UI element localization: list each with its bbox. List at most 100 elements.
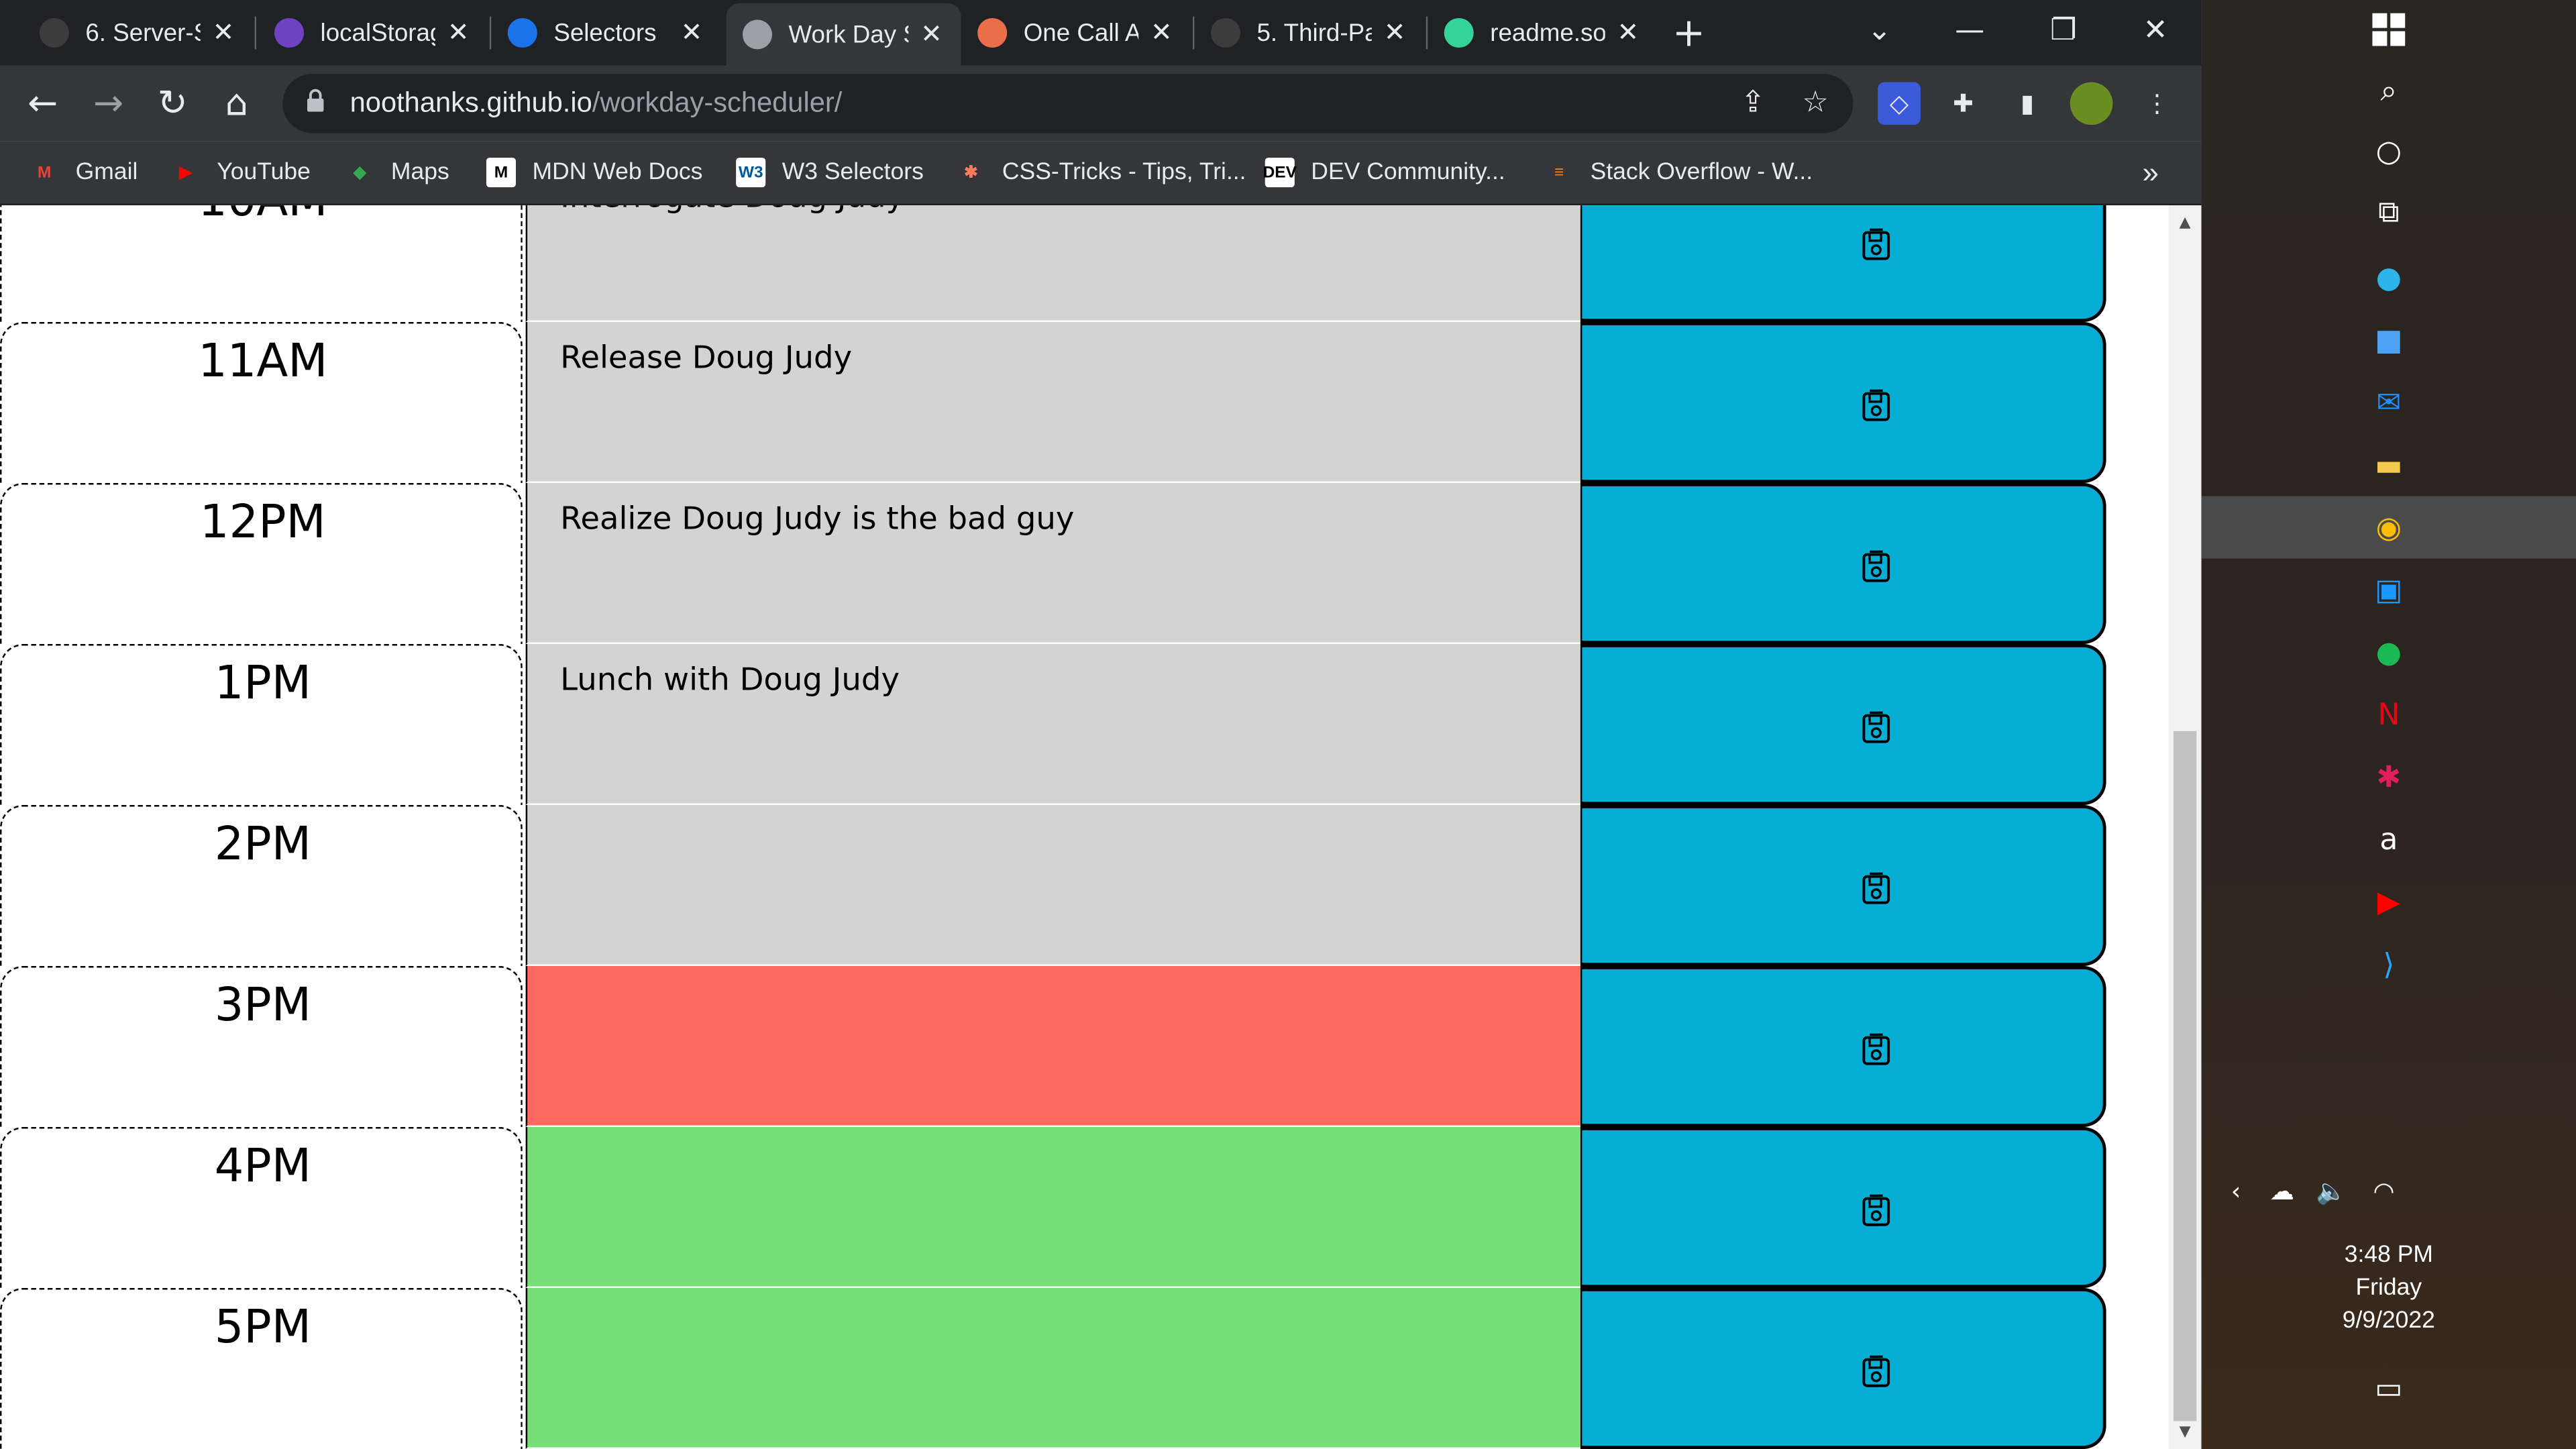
address-bar[interactable]: noothanks.github.io/workday-scheduler/ ⇪… xyxy=(282,74,1854,133)
event-description-textarea[interactable] xyxy=(525,1288,1580,1449)
amazon-icon[interactable]: a xyxy=(2366,816,2412,863)
tab-close-icon[interactable]: ✕ xyxy=(210,16,236,49)
tab-search-chevron-icon[interactable]: ⌄ xyxy=(1833,0,1925,59)
dev-icon: DEV xyxy=(1263,158,1297,188)
scrollbar-thumb[interactable] xyxy=(2174,731,2197,1421)
share-icon[interactable]: ⇪ xyxy=(1735,85,1771,121)
edge-icon[interactable]: ● xyxy=(2366,255,2412,301)
store-icon[interactable]: ■ xyxy=(2366,317,2412,364)
bookmark-item[interactable]: ◆ Maps xyxy=(345,154,449,191)
hour-label-cell: 11AM xyxy=(0,322,523,484)
bookmark-label: W3 Selectors xyxy=(782,159,924,186)
forward-icon[interactable]: → xyxy=(85,80,131,127)
tab-6[interactable]: readme.so ✕ xyxy=(1428,7,1658,59)
scroll-up-icon[interactable]: ▲ xyxy=(2175,215,2194,231)
hour-label: 4PM xyxy=(214,1138,311,1193)
page-viewport: 10AM Interrogate Doug Judy 11AM Release Dou… xyxy=(0,205,2169,1449)
bookmark-item[interactable]: M Gmail xyxy=(30,154,138,191)
tab-4[interactable]: One Call API ✕ xyxy=(961,7,1191,59)
menu-kebab-icon[interactable]: ⋮ xyxy=(2136,82,2179,125)
w3-icon: W3 xyxy=(736,158,766,188)
search-icon[interactable]: ⌕ xyxy=(2366,67,2412,113)
tab-favicon-icon xyxy=(977,17,1008,48)
bookmark-item[interactable]: DEV DEV Community... xyxy=(1263,154,1505,191)
slack-icon[interactable]: ✱ xyxy=(2366,754,2412,800)
reload-icon[interactable]: ↻ xyxy=(150,80,196,127)
floppy-save-icon xyxy=(1862,872,1891,905)
save-button[interactable] xyxy=(1580,483,2106,645)
tab-close-icon[interactable]: ✕ xyxy=(1615,16,1641,49)
tab-close-icon[interactable]: ✕ xyxy=(1148,16,1175,49)
file-explorer-icon[interactable]: ▬ xyxy=(2366,442,2412,488)
windows-start-icon[interactable] xyxy=(2366,7,2412,53)
save-button[interactable] xyxy=(1580,805,2106,967)
save-button[interactable] xyxy=(1580,966,2106,1128)
event-description-textarea[interactable] xyxy=(525,805,1580,967)
event-description-textarea[interactable] xyxy=(525,1127,1580,1289)
tab-close-icon[interactable]: ✕ xyxy=(1382,16,1408,49)
hour-label-cell: 4PM xyxy=(0,1127,523,1289)
tab-title: localStorage xyxy=(320,19,435,47)
spotify-icon[interactable]: ● xyxy=(2366,629,2412,676)
event-description-textarea[interactable] xyxy=(525,966,1580,1128)
save-button[interactable] xyxy=(1580,644,2106,806)
profile-avatar[interactable] xyxy=(2070,82,2113,125)
tab-strip: 6. Server-Side✕localStorage✕Selectors✕Wo… xyxy=(0,0,2202,66)
event-description-textarea[interactable]: Release Doug Judy xyxy=(525,322,1580,484)
home-icon[interactable]: ⌂ xyxy=(213,80,260,127)
tab-close-icon[interactable]: ✕ xyxy=(918,18,945,51)
new-tab-button[interactable]: + xyxy=(1659,3,1718,62)
tray-expand-chevron-icon[interactable]: ‹ xyxy=(2218,1173,2254,1210)
back-icon[interactable]: ← xyxy=(19,80,66,127)
save-button[interactable] xyxy=(1580,205,2106,323)
taskbar-clock[interactable]: 3:48 PM Friday 9/9/2022 xyxy=(2202,1239,2576,1338)
event-description-textarea[interactable]: Lunch with Doug Judy xyxy=(525,644,1580,806)
tab-2[interactable]: Selectors ✕ xyxy=(491,7,721,59)
tab-5[interactable]: 5. Third-Party ✕ xyxy=(1194,7,1424,59)
bookmark-item[interactable]: ≡ Stack Overflow - W... xyxy=(1544,154,1813,191)
bookmark-item[interactable]: W3 W3 Selectors xyxy=(736,154,924,191)
extension-icon[interactable]: ◇ xyxy=(1878,82,1921,125)
vscode-icon[interactable]: ⟩ xyxy=(2366,941,2412,987)
save-button[interactable] xyxy=(1580,1127,2106,1289)
network-icon[interactable]: ◠ xyxy=(2366,1173,2402,1210)
mail-icon[interactable]: ✉ xyxy=(2366,380,2412,426)
restore-icon[interactable]: ❐ xyxy=(2017,0,2109,59)
windows-taskbar: ⌕ ○ ⧉ ● ■ ✉ ▬ ◉ ▣ ● N ✱ a ▶ ⟩ ‹ ☁ 🔈 ◠ 3:… xyxy=(2201,0,2576,1449)
bookmark-item[interactable]: M MDN Web Docs xyxy=(486,154,702,191)
bookmark-label: DEV Community... xyxy=(1311,159,1505,186)
netflix-icon[interactable]: N xyxy=(2366,692,2412,738)
task-view-icon[interactable]: ⧉ xyxy=(2366,189,2412,235)
page-scrollbar[interactable]: ▲ ▼ xyxy=(2168,205,2202,1449)
hour-label: 10AM xyxy=(1,205,524,227)
save-button[interactable] xyxy=(1580,322,2106,484)
bookmark-label: Gmail xyxy=(75,159,138,186)
tab-3[interactable]: Work Day Scheduler ✕ xyxy=(726,3,961,66)
bookmark-item[interactable]: ✱ CSS-Tricks - Tips, Tri... xyxy=(956,154,1246,191)
scroll-down-icon[interactable]: ▼ xyxy=(2175,1424,2194,1440)
event-description-textarea[interactable]: Realize Doug Judy is the bad guy xyxy=(525,483,1580,645)
tab-0[interactable]: 6. Server-Side ✕ xyxy=(23,7,253,59)
bookmarks-overflow-icon[interactable]: » xyxy=(2142,154,2159,191)
hour-label: 2PM xyxy=(214,816,311,871)
cortana-icon[interactable]: ○ xyxy=(2366,128,2412,174)
puzzle-extensions-icon[interactable]: ✚ xyxy=(1942,82,1985,125)
hour-label: 5PM xyxy=(214,1299,311,1354)
minimize-icon[interactable]: — xyxy=(1924,0,2016,59)
event-description-textarea[interactable]: Interrogate Doug Judy xyxy=(525,205,1580,323)
save-button[interactable] xyxy=(1580,1288,2106,1449)
youtube-app-icon[interactable]: ▶ xyxy=(2366,879,2412,925)
prime-video-icon[interactable]: ▣ xyxy=(2366,567,2412,613)
onedrive-error-icon[interactable]: ☁ xyxy=(2264,1173,2300,1210)
side-panel-icon[interactable]: ▮ xyxy=(2006,82,2049,125)
chrome-icon[interactable]: ◉ xyxy=(2366,504,2412,551)
tab-close-icon[interactable]: ✕ xyxy=(678,16,704,49)
tab-close-icon[interactable]: ✕ xyxy=(445,16,472,49)
volume-icon[interactable]: 🔈 xyxy=(2313,1173,2349,1210)
youtube-icon: ▶ xyxy=(179,163,193,182)
close-window-icon[interactable]: ✕ xyxy=(2110,0,2202,59)
bookmark-star-icon[interactable]: ☆ xyxy=(1797,85,1833,121)
tab-1[interactable]: localStorage ✕ xyxy=(258,7,488,59)
notifications-icon[interactable]: ▭ xyxy=(2366,1365,2412,1411)
bookmark-item[interactable]: ▶ YouTube xyxy=(171,154,311,191)
